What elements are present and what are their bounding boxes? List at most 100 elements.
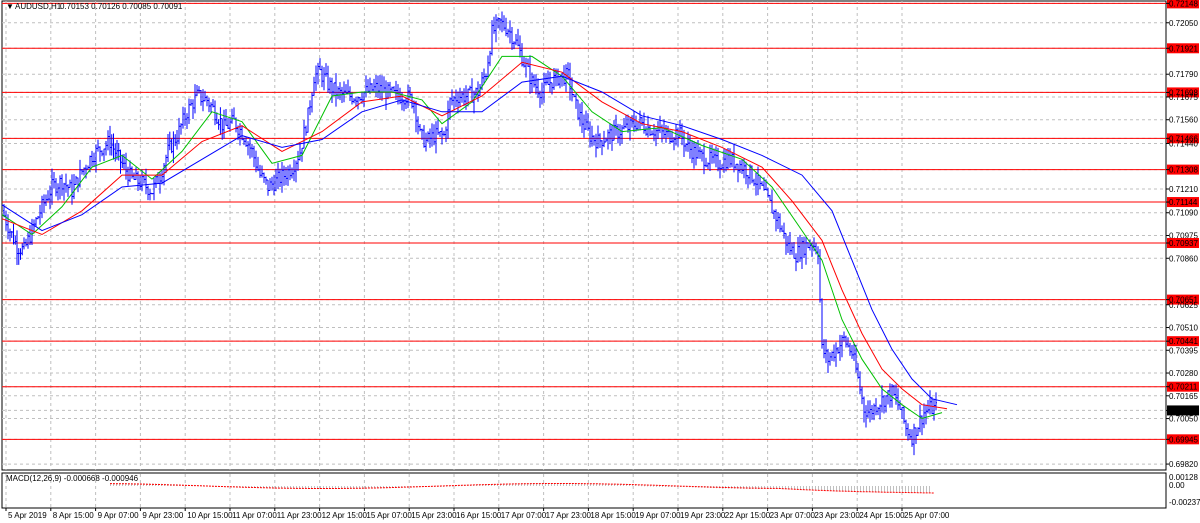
macd-histogram-bar xyxy=(893,486,894,492)
time-tick-label: 24 Apr 15:00 xyxy=(859,511,905,520)
macd-histogram-bar xyxy=(887,486,888,492)
macd-histogram-bar xyxy=(929,486,930,493)
level-price-label: 0.71308 xyxy=(1169,166,1198,175)
time-tick-label: 11 Apr 07:00 xyxy=(232,511,277,520)
time-tick-label: 17 Apr 07:00 xyxy=(501,511,547,520)
macd-histogram-bar xyxy=(869,486,870,492)
macd-histogram-bar xyxy=(653,485,654,487)
time-tick-label: 12 Apr 15:00 xyxy=(322,511,368,520)
level-price-label: 0.70441 xyxy=(1169,337,1198,346)
macd-histogram-bar xyxy=(857,486,858,492)
macd-histogram-bar xyxy=(875,486,876,492)
macd-histogram-bar xyxy=(890,486,891,492)
macd-histogram-bar xyxy=(662,486,663,487)
macd-histogram-bar xyxy=(845,486,846,492)
time-tick-label: 17 Apr 23:00 xyxy=(546,511,592,520)
macd-histogram-bar xyxy=(920,486,921,493)
macd-histogram-bar xyxy=(902,486,903,492)
time-tick-label: 9 Apr 23:00 xyxy=(142,511,183,520)
macd-histogram-bar xyxy=(818,486,819,491)
time-tick-label: 8 Apr 15:00 xyxy=(53,511,94,520)
macd-histogram-bar xyxy=(659,485,660,487)
time-tick-label: 11 Apr 23:00 xyxy=(277,511,322,520)
macd-histogram-bar xyxy=(656,485,657,487)
macd-histogram-bar xyxy=(821,486,822,491)
macd-histogram-bar xyxy=(908,486,909,492)
price-tick-label: 0.71560 xyxy=(1169,116,1198,125)
macd-histogram-bar xyxy=(644,485,645,487)
macd-histogram-bar xyxy=(842,486,843,491)
chart-window: 0.72148 0.72050 0.71921 0.71790 0.71698 0.716… xyxy=(0,0,1200,523)
time-tick-label: 18 Apr 15:00 xyxy=(590,511,636,520)
price-tick-label: 0.69820 xyxy=(1169,460,1198,469)
time-tick-label: 22 Apr 15:00 xyxy=(725,511,771,520)
price-tick-label: 0.71090 xyxy=(1169,209,1198,218)
macd-pane-frame xyxy=(1,472,1167,509)
macd-histogram-bar xyxy=(896,486,897,492)
time-tick-label: 10 Apr 15:00 xyxy=(187,511,233,520)
macd-histogram-bar xyxy=(866,486,867,492)
macd-histogram-bar xyxy=(923,486,924,493)
macd-histogram-bar xyxy=(863,486,864,492)
macd-histogram-bar xyxy=(926,486,927,493)
macd-histogram-bar xyxy=(848,486,849,492)
price-tick-label: 0.70165 xyxy=(1169,392,1198,401)
time-tick-label: 23 Apr 23:00 xyxy=(814,511,860,520)
time-tick-label: 19 Apr 07:00 xyxy=(635,511,681,520)
price-tick-label: 0.71790 xyxy=(1169,70,1198,79)
macd-histogram-bar xyxy=(833,486,834,491)
symbol-label: AUDUSD,H1 xyxy=(15,2,62,11)
level-price-label: 0.70211 xyxy=(1169,383,1198,392)
level-price-label: 0.72148 xyxy=(1169,0,1198,8)
time-axis[interactable]: 5 Apr 2019 8 Apr 15:00 9 Apr 07:00 9 Apr 23… xyxy=(5,508,950,520)
macd-histogram-bar xyxy=(872,486,873,492)
macd-histogram-bar xyxy=(899,486,900,492)
macd-histogram-bar xyxy=(884,486,885,492)
macd-histogram-bar xyxy=(650,485,651,487)
time-tick-label: 23 Apr 07:00 xyxy=(770,511,816,520)
macd-histogram-bar xyxy=(860,486,861,492)
time-tick-label: 16 Apr 15:00 xyxy=(456,511,502,520)
macd-histogram-bar xyxy=(827,486,828,491)
macd-histogram-bar xyxy=(905,486,906,492)
price-axis[interactable]: 0.721480.720500.719210.717900.716980.716… xyxy=(1166,0,1199,469)
macd-histogram-bar xyxy=(830,486,831,491)
macd-histogram-bar xyxy=(881,486,882,492)
macd-histogram-bar xyxy=(854,486,855,492)
price-tick-label: 0.70625 xyxy=(1169,301,1198,310)
price-tick-label: 0.70395 xyxy=(1169,346,1198,355)
macd-histogram-bar xyxy=(647,485,648,487)
chart-svg: 0.721480.720500.719210.717900.716980.716… xyxy=(1,0,1200,520)
macd-label: MACD(12,26,9) -0.000668 -0.000946 xyxy=(6,474,139,483)
macd-axis: 0.001280.00-0.002377 xyxy=(1169,473,1200,507)
macd-histogram-bar xyxy=(836,486,837,491)
price-tick-label: 0.71210 xyxy=(1169,185,1198,194)
price-tick-label: 0.72050 xyxy=(1169,19,1198,28)
macd-histogram-bar xyxy=(917,486,918,493)
level-price-label: 0.71921 xyxy=(1169,44,1198,53)
price-tick-label: 0.70860 xyxy=(1169,254,1198,263)
time-tick-label: 15 Apr 23:00 xyxy=(411,511,457,520)
macd-histogram-bar xyxy=(914,486,915,493)
quote-values: 0.70153 0.70126 0.70085 0.70091 xyxy=(60,2,183,11)
macd-histogram-bar xyxy=(839,486,840,491)
macd-histogram-bar xyxy=(824,486,825,491)
time-tick-label: 25 Apr 07:00 xyxy=(904,511,950,520)
time-tick-label: 19 Apr 23:00 xyxy=(680,511,726,520)
time-tick-label: 15 Apr 07:00 xyxy=(366,511,412,520)
time-tick-label: 5 Apr 2019 xyxy=(8,511,47,520)
level-price-label: 0.71144 xyxy=(1169,198,1198,207)
macd-tick-label: 0.00 xyxy=(1169,481,1185,490)
dropdown-arrow-icon[interactable]: ▼ xyxy=(6,2,14,11)
price-tick-label: 0.70510 xyxy=(1169,324,1198,333)
macd-histogram-bar xyxy=(665,486,666,487)
macd-histogram-bar xyxy=(878,486,879,492)
level-price-label: 0.69945 xyxy=(1169,435,1198,444)
price-tick-label: 0.71440 xyxy=(1169,139,1198,148)
macd-tick-label: -0.002377 xyxy=(1169,498,1200,507)
macd-histogram-bar xyxy=(911,486,912,492)
time-tick-label: 9 Apr 07:00 xyxy=(98,511,139,520)
price-tick-label: 0.70050 xyxy=(1169,415,1198,424)
level-price-label: 0.70937 xyxy=(1169,239,1198,248)
macd-histogram-bar xyxy=(851,486,852,492)
